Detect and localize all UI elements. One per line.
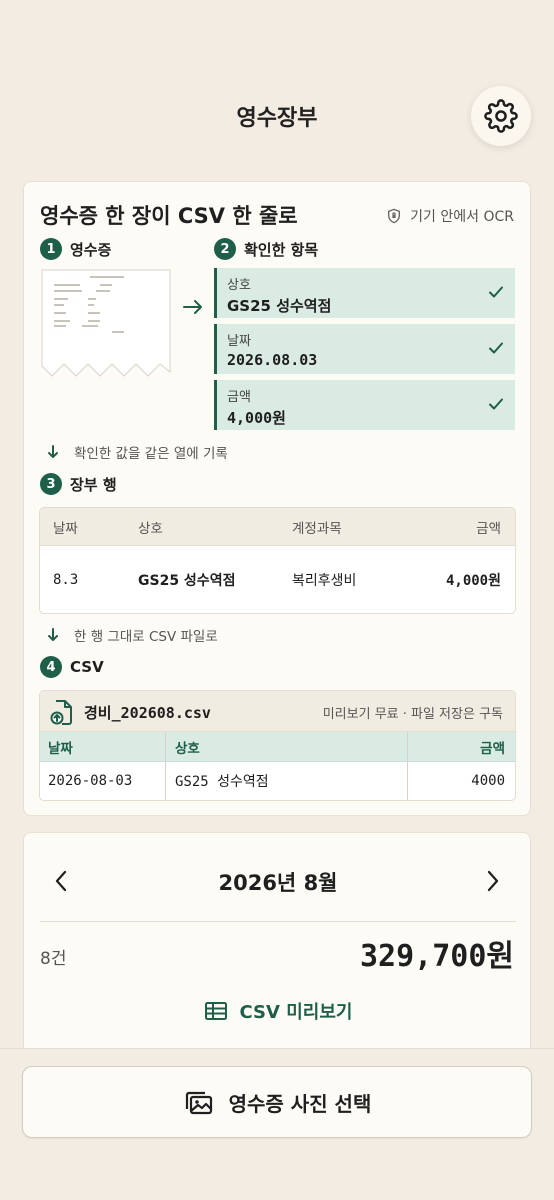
csv-file-preview: 경비_202608.csv 미리보기 무료 · 파일 저장은 구독 날짜 상호 …: [39, 690, 516, 801]
csv-file: 경비_202608.csv: [50, 698, 211, 726]
csv-cell-date: 2026-08-03: [48, 773, 133, 789]
ledger-cell-date: 8.3: [53, 572, 79, 588]
step-ledger-row: 3 장부 행: [40, 473, 117, 495]
csv-cell-amount: 4000: [471, 773, 505, 789]
bottom-action-bar: 영수증 사진 선택: [0, 1048, 554, 1200]
ledger-cell-account: 복리후생비: [292, 573, 357, 589]
ledger-col-merchant: 상호: [138, 520, 163, 537]
select-receipt-photo-button[interactable]: 영수증 사진 선택: [22, 1066, 532, 1138]
ledger-col-date: 날짜: [53, 520, 78, 537]
check-icon: [489, 342, 503, 354]
note-row-to-csv: 한 행 그대로 CSV 파일로: [46, 625, 218, 645]
field-label: 금액: [227, 390, 251, 405]
step-number: 3: [40, 473, 62, 495]
csv-col-date: 날짜: [48, 740, 73, 757]
image-gallery-icon: [185, 1091, 212, 1115]
ocr-note-text: 기기 안에서 OCR: [410, 209, 514, 225]
arrow-right-icon: [183, 300, 202, 314]
check-icon: [489, 398, 503, 410]
ledger-cell-amount: 4,000원: [445, 573, 501, 589]
note-record-same-column: 확인한 값을 같은 열에 기록: [46, 442, 228, 462]
csv-file-header: 경비_202608.csv 미리보기 무료 · 파일 저장은 구독: [40, 691, 515, 732]
table-row: 2026-08-03 GS25 성수역점 4000: [40, 762, 515, 800]
file-export-icon: [50, 700, 72, 725]
step-number: 1: [40, 238, 62, 260]
csv-cell-merchant: GS25 성수역점: [175, 774, 269, 790]
ledger-table: 날짜 상호 계정과목 금액 8.3 GS25 성수역점 복리후생비 4,000원: [39, 507, 516, 614]
shield-lock-icon: [388, 208, 401, 224]
receipt-thumbnail: [41, 269, 171, 377]
settings-button[interactable]: [471, 86, 531, 146]
flow-title: 영수증 한 장이 CSV 한 줄로: [40, 204, 298, 228]
field-date: 날짜 2026.08.03: [214, 324, 515, 374]
csv-subscription-hint: 미리보기 무료 · 파일 저장은 구독: [322, 707, 503, 722]
ledger-header: 날짜 상호 계정과목 금액: [40, 508, 515, 546]
field-merchant: 상호 GS25 성수역점: [214, 268, 515, 318]
csv-preview-button[interactable]: CSV 미리보기: [24, 998, 532, 1024]
month-summary-card: 2026년 8월 8건 329,700원 CSV 미리보기: [23, 832, 531, 1062]
step-label: 영수증: [70, 240, 112, 259]
divider: [40, 921, 516, 922]
note-text: 한 행 그대로 CSV 파일로: [74, 629, 218, 645]
select-receipt-photo-label: 영수증 사진 선택: [228, 1091, 372, 1116]
csv-preview-label: CSV 미리보기: [239, 1002, 353, 1023]
check-icon: [489, 286, 503, 298]
field-value: 4,000원: [227, 409, 286, 427]
arrow-down-icon: [48, 628, 58, 641]
field-amount: 금액 4,000원: [214, 380, 515, 430]
field-label: 날짜: [227, 334, 251, 349]
step-confirmed-fields: 2 확인한 항목: [214, 238, 318, 260]
csv-header-row: 날짜 상호 금액: [40, 732, 515, 762]
step-label: 장부 행: [70, 475, 117, 494]
ledger-col-amount: 금액: [476, 520, 501, 537]
csv-col-merchant: 상호: [175, 740, 200, 757]
field-value: GS25 성수역점: [227, 297, 332, 315]
ocr-note: 기기 안에서 OCR: [386, 206, 514, 226]
month-total: 329,700원: [359, 939, 514, 974]
step-receipt: 1 영수증: [40, 238, 111, 260]
receipt-count: 8건: [40, 949, 67, 969]
field-label: 상호: [227, 278, 251, 293]
ledger-col-account: 계정과목: [292, 520, 342, 537]
note-text: 확인한 값을 같은 열에 기록: [74, 446, 228, 462]
app-header: 영수장부: [0, 0, 554, 180]
step-label: 확인한 항목: [244, 240, 319, 259]
step-csv: 4 CSV: [40, 656, 104, 678]
step-number: 2: [214, 238, 236, 260]
csv-col-amount: 금액: [480, 740, 505, 757]
gear-icon: [484, 99, 518, 133]
field-value: 2026.08.03: [227, 351, 318, 369]
receipt-to-csv-card: 영수증 한 장이 CSV 한 줄로 기기 안에서 OCR 1 영수증 2 확인한…: [23, 181, 531, 816]
month-label: 2026년 8월: [218, 871, 338, 895]
chevron-right-icon[interactable]: [486, 869, 500, 893]
csv-file-name: 경비_202608.csv: [84, 703, 211, 722]
ledger-cell-merchant: GS25 성수역점: [138, 573, 236, 589]
step-number: 4: [40, 656, 62, 678]
step-label: CSV: [70, 658, 104, 676]
table-icon: [204, 1002, 227, 1020]
table-row: 8.3 GS25 성수역점 복리후생비 4,000원: [40, 546, 515, 613]
arrow-down-icon: [48, 445, 58, 458]
